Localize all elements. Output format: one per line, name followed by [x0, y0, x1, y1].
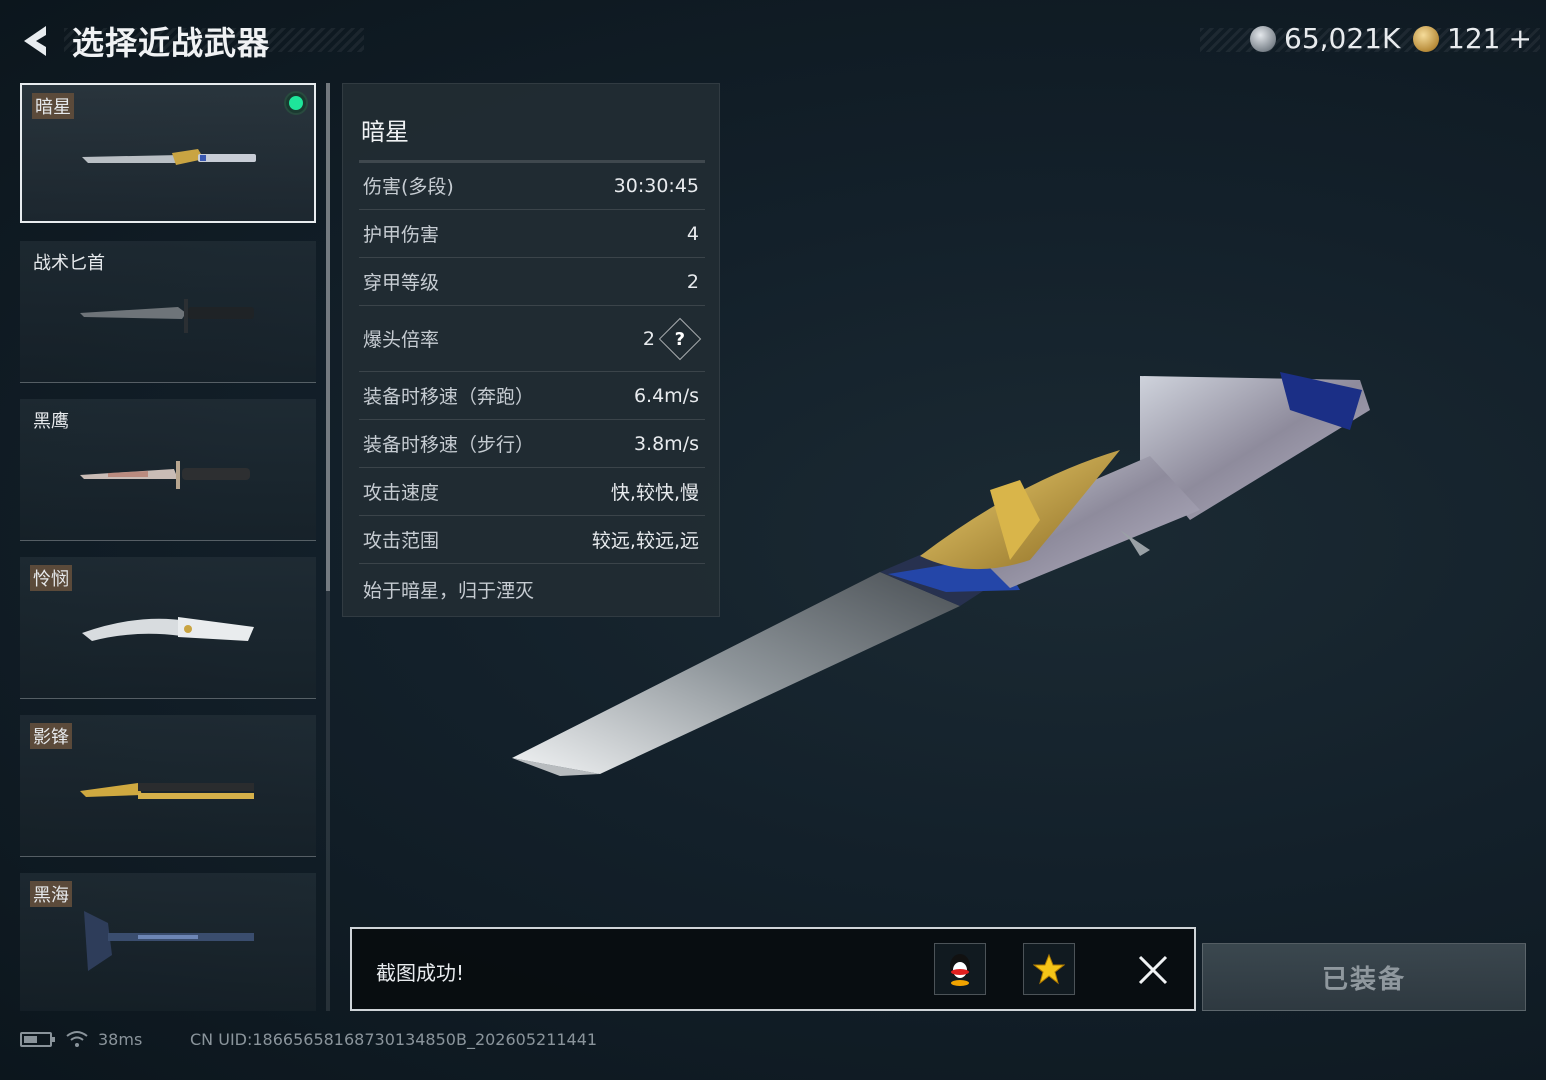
share-qzone-button[interactable]: [1023, 943, 1075, 995]
toast-message: 截图成功!: [376, 961, 465, 985]
weapon-name: 影锋: [30, 723, 72, 749]
silver-currency: 65,021K: [1250, 22, 1400, 55]
back-arrow-icon[interactable]: [16, 20, 58, 62]
add-currency-button[interactable]: +: [1508, 22, 1531, 55]
weapon-card-tactical-dagger[interactable]: 战术匕首: [20, 241, 316, 383]
katana-thumbnail-icon: [82, 149, 256, 165]
weapon-card-mercy[interactable]: 怜悯: [20, 557, 316, 699]
qzone-star-icon: [1033, 953, 1065, 985]
equipped-button-label: 已装备: [1321, 964, 1406, 995]
weapon-list-scroll-thumb[interactable]: [326, 83, 330, 591]
weapon-card-anxing[interactable]: 暗星: [20, 83, 316, 223]
karambit-thumbnail-icon: [82, 617, 254, 641]
stat-row-armor-damage: 护甲伤害 4: [359, 210, 705, 258]
stat-value: 2: [642, 327, 655, 350]
page-title: 选择近战武器: [72, 24, 271, 62]
ping-value: 38ms: [98, 1029, 143, 1049]
close-icon[interactable]: [1136, 953, 1170, 987]
top-bar: 选择近战武器 65,021K 121 +: [0, 0, 1546, 80]
wifi-icon: [66, 1031, 88, 1047]
weapon-name: 战术匕首: [33, 253, 105, 274]
weapon-name: 黑鹰: [33, 411, 69, 432]
gold-currency: 121 +: [1413, 22, 1532, 55]
stat-row-penetration: 穿甲等级 2: [359, 258, 705, 306]
stat-value: 4: [686, 222, 699, 245]
stat-label: 穿甲等级: [363, 272, 440, 294]
equipped-indicator-icon: [286, 93, 306, 113]
weapon-card-shadow-edge[interactable]: 影锋: [20, 715, 316, 857]
weapon-card-black-hawk[interactable]: 黑鹰: [20, 399, 316, 541]
battery-icon: [20, 1031, 55, 1047]
screenshot-toast: 截图成功!: [350, 927, 1196, 1011]
stat-label: 护甲伤害: [363, 224, 440, 246]
butterfly-knife-thumbnail-icon: [80, 783, 254, 799]
stat-value: 2: [686, 270, 699, 293]
gold-amount: 121: [1447, 22, 1501, 55]
weapon-card-black-sea[interactable]: 黑海: [20, 873, 316, 1011]
qq-penguin-icon: [950, 954, 970, 986]
axe-thumbnail-icon: [84, 911, 254, 971]
weapon-list: 暗星 战术匕首 黑鹰 怜悯 影锋 黑海: [20, 83, 316, 1011]
hunting-knife-thumbnail-icon: [80, 461, 250, 489]
weapon-name: 暗星: [32, 93, 74, 119]
weapon-name: 怜悯: [30, 565, 72, 591]
user-uid: CN UID:18665658168730134850B_20260521144…: [190, 1030, 598, 1049]
stat-value: 30:30:45: [613, 174, 699, 197]
equipped-button[interactable]: 已装备: [1202, 943, 1526, 1011]
weapon-preview-image[interactable]: [500, 360, 1380, 790]
silver-coin-icon: [1250, 25, 1276, 52]
stat-label: 攻击范围: [363, 530, 440, 552]
silver-amount: 65,021K: [1284, 22, 1401, 55]
weapon-title: 暗星: [361, 118, 409, 146]
weapon-name: 黑海: [30, 881, 72, 907]
status-bar: 38ms CN UID:18665658168730134850B_202605…: [20, 1026, 597, 1052]
stat-label: 伤害(多段): [363, 176, 454, 198]
stat-row-damage: 伤害(多段) 30:30:45: [359, 162, 705, 210]
gold-coin-icon: [1413, 25, 1439, 52]
stat-label: 攻击速度: [363, 482, 440, 504]
share-qq-button[interactable]: [934, 943, 986, 995]
dagger-thumbnail-icon: [80, 299, 254, 333]
help-glyph: ?: [674, 327, 686, 349]
stat-value-group: 2 ?: [642, 317, 702, 360]
help-icon[interactable]: ?: [658, 317, 702, 360]
stat-label: 爆头倍率: [363, 329, 440, 351]
